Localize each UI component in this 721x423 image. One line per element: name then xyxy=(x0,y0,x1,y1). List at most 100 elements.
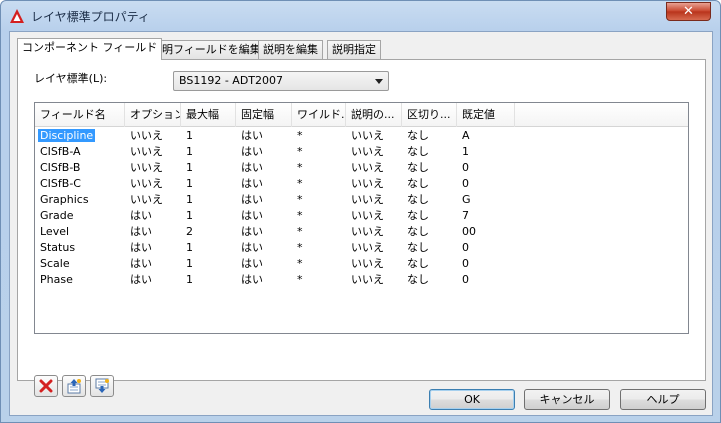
cell-field-name: Scale xyxy=(35,256,70,272)
cell-delimiter: なし xyxy=(402,208,429,224)
cell-max-width: 1 xyxy=(181,272,193,288)
table-row[interactable]: Graphics いいえ 1 はい * いいえ なし G xyxy=(35,192,688,208)
cell-field-name: CISfB-C xyxy=(35,176,81,192)
cell-description: いいえ xyxy=(346,160,384,176)
cell-text: 1 xyxy=(462,145,469,158)
tab-description-spec[interactable]: 説明指定 xyxy=(327,40,381,59)
fields-list[interactable]: フィールド名 オプション 最大幅 固定幅 ワイルド... 説明の... 区切り.… xyxy=(34,102,689,334)
table-row[interactable]: CISfB-B いいえ 1 はい * いいえ なし 0 xyxy=(35,160,688,176)
cell-text: Phase xyxy=(40,273,73,286)
dialog-window: レイヤ標準プロパティ ✕ コンポーネント フィールド 説明フィールドを編集 説明… xyxy=(0,0,721,423)
cell-text: いいえ xyxy=(130,129,163,142)
cell-text: はい xyxy=(241,145,263,158)
cell-text: * xyxy=(297,145,303,158)
cell-text: Graphics xyxy=(40,193,89,206)
dialog-client-area: コンポーネント フィールド 説明フィールドを編集 説明を編集 説明指定 レイヤ標… xyxy=(9,31,713,416)
cell-text: はい xyxy=(241,129,263,142)
cell-max-width: 1 xyxy=(181,176,193,192)
chevron-down-icon xyxy=(375,79,383,84)
cell-delimiter: なし xyxy=(402,192,429,208)
cell-text: G xyxy=(462,193,471,206)
cell-text: なし xyxy=(407,225,429,238)
table-row[interactable]: Level はい 2 はい * いいえ なし 00 xyxy=(35,224,688,240)
title-bar[interactable]: レイヤ標準プロパティ ✕ xyxy=(1,1,720,31)
tab-component-fields[interactable]: コンポーネント フィールド xyxy=(17,38,163,60)
cell-max-width: 1 xyxy=(181,192,193,208)
cell-max-width: 1 xyxy=(181,240,193,256)
cell-option: はい xyxy=(125,224,152,240)
layer-standard-label: レイヤ標準(L): xyxy=(34,72,108,85)
cell-text: CISfB-C xyxy=(40,177,81,190)
cancel-button[interactable]: キャンセル xyxy=(524,389,610,410)
cell-text: なし xyxy=(407,241,429,254)
cell-max-width: 1 xyxy=(181,128,193,144)
cell-text: いいえ xyxy=(351,257,384,270)
column-header-default-value[interactable]: 既定値 xyxy=(457,103,515,127)
table-row[interactable]: Discipline いいえ 1 はい * いいえ なし A xyxy=(35,128,688,144)
column-header-max-width[interactable]: 最大幅 xyxy=(181,103,236,127)
tab-edit-description[interactable]: 説明を編集 xyxy=(258,40,323,59)
delete-field-button[interactable] xyxy=(34,375,58,397)
cell-field-name: Discipline xyxy=(35,128,96,144)
cell-description: いいえ xyxy=(346,176,384,192)
cell-text: なし xyxy=(407,161,429,174)
cell-description: いいえ xyxy=(346,208,384,224)
cell-field-name: Level xyxy=(35,224,69,240)
cell-text: * xyxy=(297,129,303,142)
cell-description: いいえ xyxy=(346,240,384,256)
tab-panel: レイヤ標準(L): BS1192 - ADT2007 フィールド名 オプション … xyxy=(17,59,706,397)
cell-wildcard: * xyxy=(292,192,303,208)
cell-fixed-width: はい xyxy=(236,176,263,192)
column-header-wildcard[interactable]: ワイルド... xyxy=(292,103,346,127)
cell-default-value: A xyxy=(457,128,470,144)
move-field-up-button[interactable] xyxy=(62,375,86,397)
cell-text: はい xyxy=(130,209,152,222)
column-header-delimiter[interactable]: 区切り... xyxy=(402,103,457,127)
cell-default-value: 0 xyxy=(457,240,469,256)
cell-option: いいえ xyxy=(125,144,163,160)
layer-standard-dropdown[interactable]: BS1192 - ADT2007 xyxy=(173,71,389,91)
cell-field-name: Phase xyxy=(35,272,73,288)
move-field-down-button[interactable] xyxy=(90,375,114,397)
close-button[interactable]: ✕ xyxy=(666,2,711,21)
cell-text: いいえ xyxy=(130,193,163,206)
cell-text: はい xyxy=(241,241,263,254)
cell-field-name: Grade xyxy=(35,208,74,224)
cell-text: いいえ xyxy=(351,129,384,142)
table-row[interactable]: Grade はい 1 はい * いいえ なし 7 xyxy=(35,208,688,224)
cell-fixed-width: はい xyxy=(236,160,263,176)
table-row[interactable]: Scale はい 1 はい * いいえ なし 0 xyxy=(35,256,688,272)
cell-default-value: 0 xyxy=(457,160,469,176)
column-header-option[interactable]: オプション xyxy=(125,103,181,127)
cell-fixed-width: はい xyxy=(236,240,263,256)
cell-text: いいえ xyxy=(130,145,163,158)
cell-delimiter: なし xyxy=(402,160,429,176)
cell-text: 0 xyxy=(462,241,469,254)
column-header-field-name[interactable]: フィールド名 xyxy=(35,103,125,127)
list-header: フィールド名 オプション 最大幅 固定幅 ワイルド... 説明の... 区切り.… xyxy=(35,103,688,127)
cell-text: いいえ xyxy=(351,145,384,158)
table-row[interactable]: Status はい 1 はい * いいえ なし 0 xyxy=(35,240,688,256)
cell-text: * xyxy=(297,161,303,174)
cell-text: いいえ xyxy=(351,177,384,190)
move-up-icon xyxy=(67,379,81,394)
cell-wildcard: * xyxy=(292,128,303,144)
help-button[interactable]: ヘルプ xyxy=(620,389,706,410)
cell-text: Status xyxy=(40,241,76,254)
cell-delimiter: なし xyxy=(402,240,429,256)
tab-edit-description-fields[interactable]: 説明フィールドを編集 xyxy=(146,40,266,59)
autocad-app-icon xyxy=(10,9,24,23)
cell-text: Scale xyxy=(40,257,70,270)
table-row[interactable]: CISfB-A いいえ 1 はい * いいえ なし 1 xyxy=(35,144,688,160)
cell-delimiter: なし xyxy=(402,144,429,160)
cell-wildcard: * xyxy=(292,224,303,240)
cell-default-value: 7 xyxy=(457,208,469,224)
ok-button[interactable]: OK xyxy=(429,389,515,410)
table-row[interactable]: Phase はい 1 はい * いいえ なし 0 xyxy=(35,272,688,288)
column-header-fixed-width[interactable]: 固定幅 xyxy=(236,103,292,127)
table-row[interactable]: CISfB-C いいえ 1 はい * いいえ なし 0 xyxy=(35,176,688,192)
cell-text: なし xyxy=(407,257,429,270)
cell-text: いいえ xyxy=(130,177,163,190)
cell-text: * xyxy=(297,193,303,206)
column-header-description[interactable]: 説明の... xyxy=(346,103,402,127)
